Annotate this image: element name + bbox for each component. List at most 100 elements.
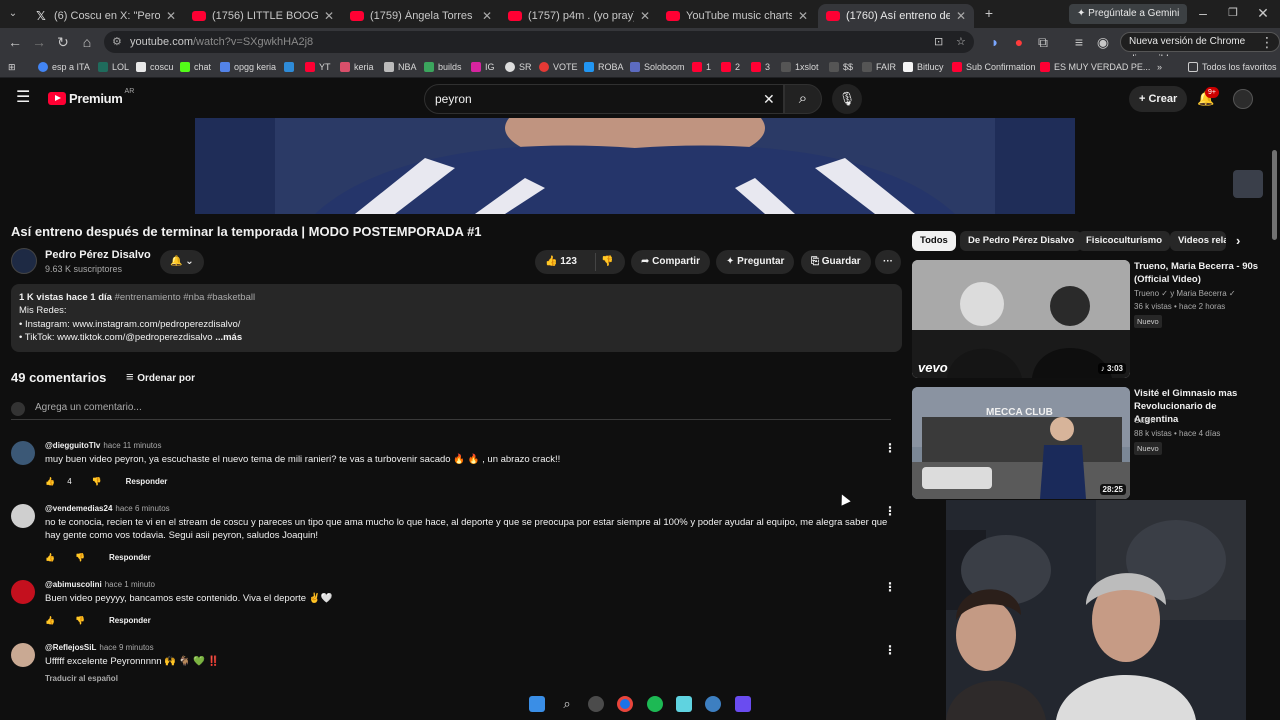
reply-button[interactable]: Responder [109,616,151,625]
comment-menu-icon[interactable]: ⋮ [884,441,896,455]
bookmark-item[interactable]: IG [471,59,495,75]
dislike-button[interactable]: 👎 [601,250,613,274]
channel-avatar[interactable] [11,248,37,274]
extensions-icon[interactable]: ⧉ [1034,33,1052,51]
install-icon[interactable]: ⊡ [934,31,943,53]
bookmark-item[interactable]: esp a ITA [38,59,90,75]
channel-name[interactable]: Canin [1134,416,1155,425]
search-button[interactable]: ⌕ [784,84,822,114]
bookmark-item[interactable] [284,59,298,75]
channel-name[interactable]: Pedro Pérez Disalvo [45,249,151,261]
comment-menu-icon[interactable]: ⋮ [884,504,896,518]
chrome-icon[interactable] [617,696,633,712]
search-icon[interactable]: ⌕ [559,696,575,712]
channel-name[interactable]: Trueno ✓ y Maria Becerra ✓ [1134,289,1236,298]
close-icon[interactable]: ✕ [956,9,966,23]
bookmark-item[interactable]: 3 [751,59,770,75]
more-actions-button[interactable]: ··· [875,250,901,274]
bookmark-item[interactable]: coscu [136,59,174,75]
notifications-button[interactable]: 🔔 9+ [1197,87,1219,107]
sort-comments-button[interactable]: ≡ Ordenar por [126,369,195,384]
bookmark-item[interactable]: ROBA [584,59,624,75]
profile-icon[interactable]: ◉ [1094,33,1112,51]
bookmark-item[interactable]: 2 [721,59,740,75]
commenter-avatar[interactable] [11,441,35,465]
video-player[interactable] [195,118,1075,214]
bookmark-item[interactable]: LOL [98,59,129,75]
browser-tab-1[interactable]: 𝕏 (6) Coscu en X: "Pero me quería ✕ [26,4,184,28]
close-icon[interactable]: ✕ [640,9,650,23]
minimize-icon[interactable]: – [1194,4,1212,22]
video-thumbnail[interactable]: MECCA CLUB 28:25 [912,387,1130,499]
video-description[interactable]: 1 K vistas hace 1 día #entrenamiento #nb… [11,284,902,352]
save-button[interactable]: ⎘ Guardar [801,250,871,274]
tab-list-icon[interactable]: ≡ [1070,33,1088,51]
all-bookmarks-folder[interactable]: Todos los favoritos [1188,59,1277,75]
share-button[interactable]: ➦ Compartir [631,250,710,274]
bookmark-item[interactable]: VOTE [539,59,578,75]
bookmark-item[interactable]: builds [424,59,462,75]
gemini-button[interactable]: ✦ Pregúntale a Gemini [1069,4,1188,24]
bookmark-item[interactable]: opgg keria [220,59,276,75]
comment-author[interactable]: @ReflejosSiL [45,643,96,652]
reply-button[interactable]: Responder [109,553,151,562]
account-avatar[interactable] [1233,89,1253,109]
spotify-icon[interactable] [647,696,663,712]
tab-search-icon[interactable]: ⌄ [4,5,22,23]
bookmark-item[interactable]: Sub Confirmation [952,59,1036,75]
browser-tab-6-active[interactable]: (1760) Así entreno después de ✕ [818,4,974,28]
video-title[interactable]: Trueno, Maria Becerra - 90s (Official Vi… [1134,260,1260,286]
browser-tab-4[interactable]: (1757) p4m . (yo pray) - YouTub ✕ [500,4,658,28]
search-input[interactable]: peyron ✕ [424,84,784,114]
comment-like-button[interactable]: 👍 [45,616,65,625]
close-icon[interactable]: ✕ [324,9,334,23]
bookmark-item[interactable]: NBA [384,59,417,75]
bookmarks-overflow-icon[interactable]: » [1157,59,1162,75]
home-icon[interactable]: ⌂ [78,33,96,51]
close-icon[interactable]: ✕ [798,9,808,23]
bookmark-item[interactable]: keria [340,59,374,75]
copilot-icon[interactable] [588,696,604,712]
bookmark-star-icon[interactable]: ☆ [956,31,966,53]
close-icon[interactable]: ✕ [166,9,176,23]
bookmark-item[interactable]: ES MUY VERDAD PE... [1040,59,1150,75]
reply-button[interactable]: Responder [126,477,168,486]
bookmark-item[interactable]: Bitlucy [903,59,944,75]
chip-from-channel[interactable]: De Pedro Pérez Disalvo [960,231,1083,251]
address-bar[interactable]: ⚙ youtube.com/watch?v=SXgwkhHA2j8 ⊡ ☆ [104,31,974,53]
comment-author[interactable]: @diegguitoTlv [45,441,100,450]
maximize-icon[interactable]: ❐ [1224,4,1242,22]
bookmark-item[interactable]: FAIR [862,59,896,75]
site-info-icon[interactable]: ⚙ [112,31,122,53]
translate-link[interactable]: Traducir al español [45,674,118,683]
apps-icon[interactable]: ⊞ [8,59,16,75]
chrome-update-button[interactable]: Nueva versión de Chrome disponible [1120,32,1280,65]
comment-like-button[interactable]: 👍 4 [45,477,82,486]
comment-dislike-button[interactable]: 👎 [75,616,95,625]
chevron-right-icon[interactable]: › [1236,233,1240,248]
hashtags[interactable]: #entrenamiento #nba #basketball [115,292,256,303]
recommended-video[interactable]: MECCA CLUB 28:25 Visité el Gimnasio mas … [912,387,1272,499]
bookmark-item[interactable]: $$ [829,59,853,75]
comment-time[interactable]: hace 6 minutos [115,504,169,513]
bookmark-item[interactable]: SR [505,59,532,75]
recommended-video[interactable]: vevo ♪ 3:03 Trueno, Maria Becerra - 90s … [912,260,1272,382]
new-tab-icon[interactable]: + [980,4,998,22]
menu-icon[interactable]: ☰ [16,90,30,106]
clear-search-icon[interactable]: ✕ [763,85,775,113]
commenter-avatar[interactable] [11,643,35,667]
bookmark-item[interactable]: YT [305,59,331,75]
ask-button[interactable]: ✦ Preguntar [716,250,795,274]
commenter-avatar[interactable] [11,580,35,604]
browser-tab-2[interactable]: (1756) LITTLE BOOGIE & POST ✕ [184,4,342,28]
bookmark-item[interactable]: chat [180,59,211,75]
browser-tab-5[interactable]: YouTube music charts: Argentin ✕ [658,4,816,28]
chrome-menu-icon[interactable]: ⋮ [1258,33,1276,51]
comment-menu-icon[interactable]: ⋮ [884,580,896,594]
window-close-icon[interactable]: ✕ [1254,4,1272,22]
commenter-avatar[interactable] [11,504,35,528]
comment-time[interactable]: hace 1 minuto [105,580,155,589]
close-icon[interactable]: ✕ [482,9,492,23]
steam-icon[interactable] [705,696,721,712]
forward-icon[interactable]: → [30,33,48,51]
